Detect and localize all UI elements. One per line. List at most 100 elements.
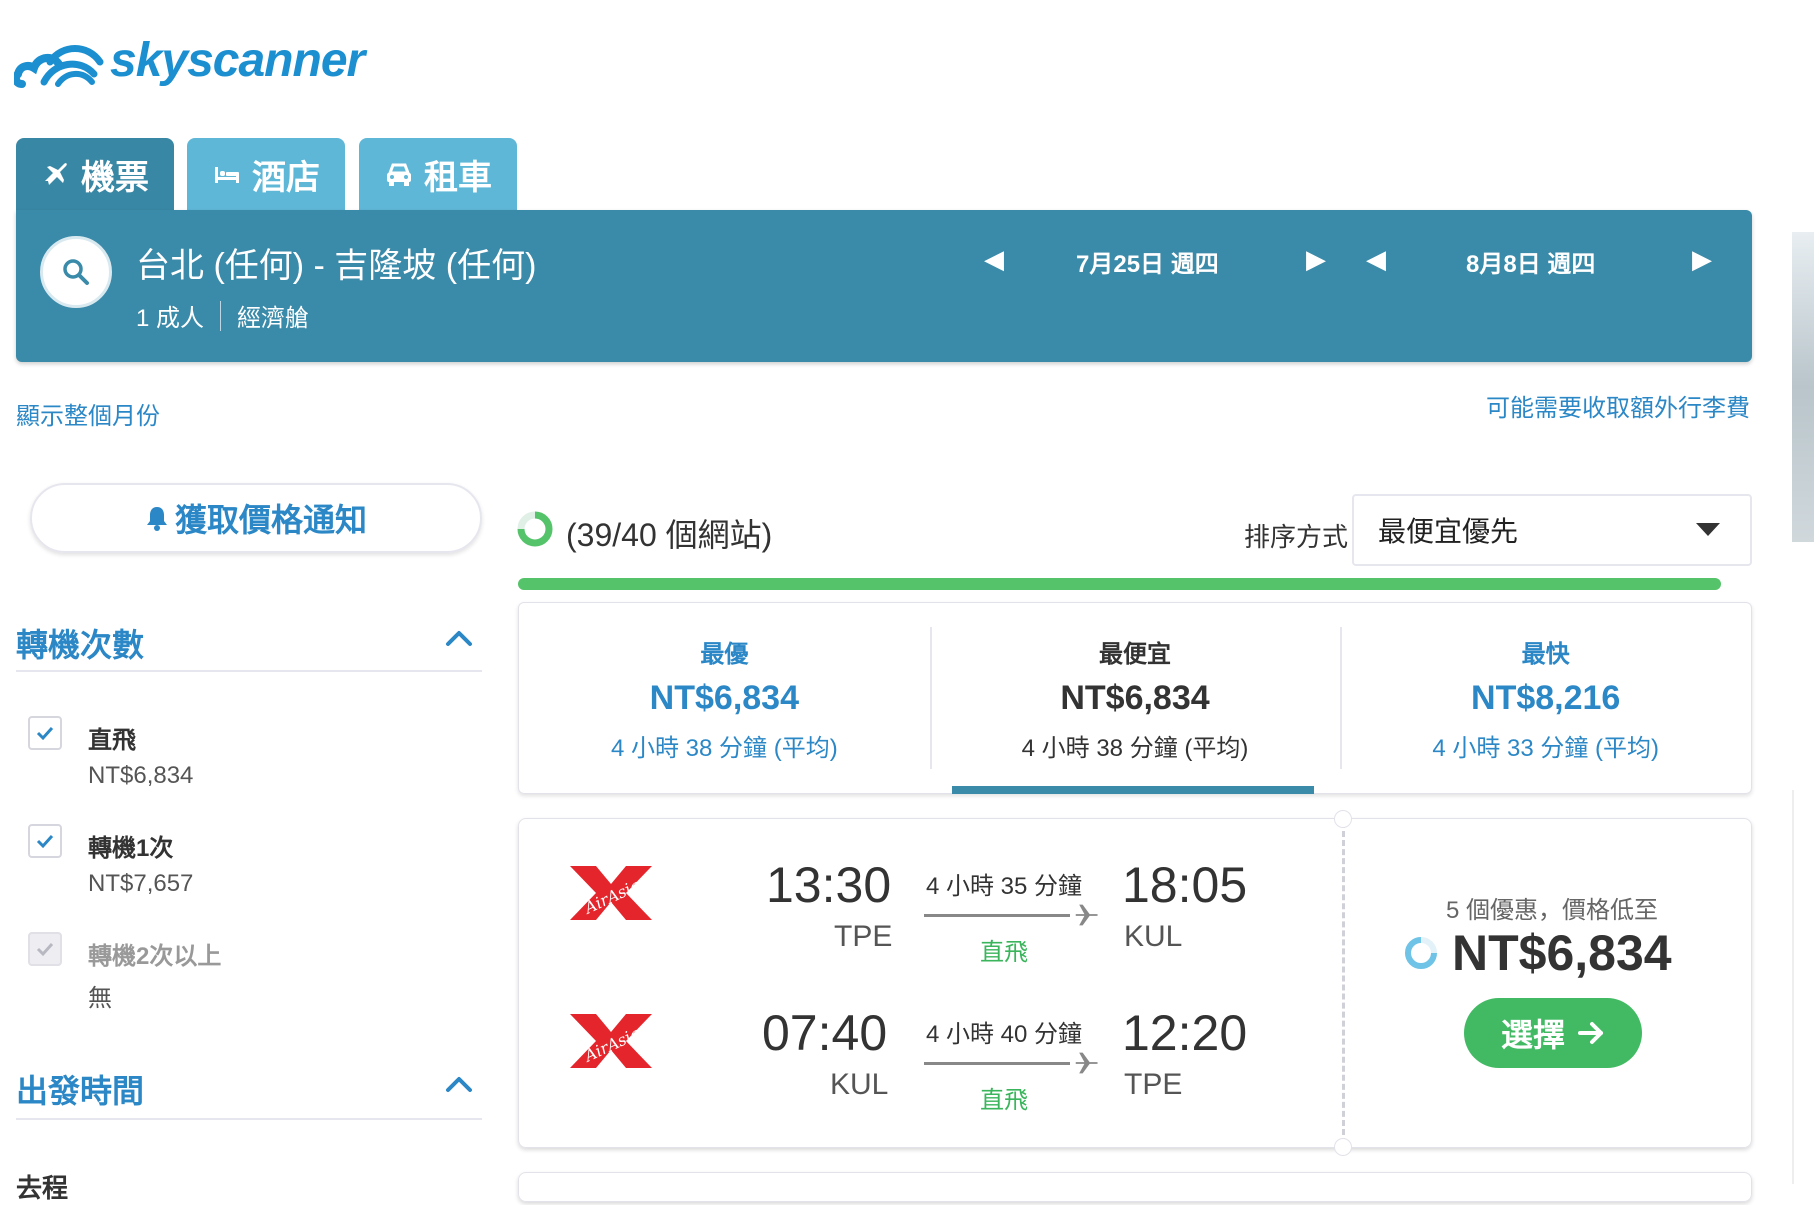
chevron-up-icon[interactable] [442, 622, 476, 656]
depart-next-arrow-icon[interactable]: ▶ [1306, 244, 1326, 275]
plane-icon [1075, 904, 1098, 926]
direct-filter-label: 直飛 [88, 727, 136, 754]
return-prev-arrow-icon[interactable]: ◀ [1366, 244, 1386, 275]
leg2-arrive-time: 12:20 [1122, 1005, 1248, 1061]
select-flight-button[interactable]: 選擇 [1464, 998, 1642, 1068]
return-next-arrow-icon[interactable]: ▶ [1692, 244, 1712, 275]
search-button[interactable] [40, 236, 112, 308]
leg2-depart-time: 07:40 [762, 1005, 888, 1061]
check-icon [36, 942, 54, 957]
divider [16, 1118, 482, 1120]
summary-title: 最快 [1521, 640, 1570, 668]
ticket-notch [1334, 1138, 1352, 1156]
cloud-logo-icon [14, 45, 104, 88]
summary-best-tab[interactable]: 最優 NT$6,834 4 小時 38 分鐘 (平均) [519, 603, 930, 793]
leg2-stops: 直飛 [980, 1087, 1028, 1114]
plane-icon [45, 163, 67, 185]
ticket-notch [1334, 810, 1352, 828]
brand-name: skyscanner [110, 33, 365, 87]
price-alert-button[interactable]: 獲取價格通知 [30, 483, 482, 553]
sort-label: 排序方式 [1244, 522, 1349, 552]
sort-select[interactable]: 最便宜優先 [1352, 494, 1752, 566]
departure-time-filter-title[interactable]: 出發時間 [16, 1066, 144, 1112]
leg1-arrive-time: 18:05 [1122, 857, 1248, 913]
cabin-text: 經濟艙 [237, 305, 310, 332]
summary-fastest-tab[interactable]: 最快 NT$8,216 4 小時 33 分鐘 (平均) [1340, 603, 1751, 793]
leg1-arrive-airport: KUL [1124, 920, 1183, 953]
tab-flights[interactable]: 機票 [16, 138, 174, 210]
plane-icon [1075, 1052, 1098, 1074]
one-stop-checkbox[interactable] [28, 824, 62, 858]
next-flight-card[interactable] [518, 1172, 1752, 1202]
leg2-duration: 4 小時 40 分鐘 [926, 1021, 1083, 1048]
select-button-label: 選擇 [1500, 1017, 1565, 1053]
leg2-depart-airport: KUL [830, 1068, 889, 1101]
leg2-arrive-airport: TPE [1124, 1068, 1183, 1101]
leg1-depart-airport: TPE [834, 920, 893, 953]
summary-title: 最便宜 [1099, 640, 1171, 668]
depart-prev-arrow-icon[interactable]: ◀ [984, 244, 1004, 275]
leg1-depart-time: 13:30 [766, 857, 892, 913]
car-icon [387, 163, 411, 186]
stops-filter-title[interactable]: 轉機次數 [16, 620, 144, 666]
chevron-up-icon[interactable] [442, 1068, 476, 1102]
bed-icon [215, 167, 239, 183]
one-stop-filter-price: NT$7,657 [88, 870, 194, 897]
bell-icon [146, 507, 167, 531]
divider [16, 670, 482, 672]
search-icon [63, 259, 89, 285]
tab-cars[interactable]: 租車 [359, 138, 517, 210]
return-date[interactable]: 8月8日 週四 [1466, 244, 1595, 279]
sites-status: (39/40 個網站) [566, 517, 773, 553]
search-progress-bar [518, 578, 1721, 590]
sort-summary-tabs: 最優 NT$6,834 4 小時 38 分鐘 (平均) 最便宜 NT$6,834… [518, 602, 1752, 794]
depart-date[interactable]: 7月25日 週四 [1076, 244, 1219, 279]
route-text[interactable]: 台北 (任何) - 吉隆坡 (任何) [136, 238, 536, 287]
travellers-text: 1 成人 [136, 305, 205, 332]
airasia-logo-icon: AirAsia [570, 866, 652, 920]
ad-image-edge [1792, 232, 1814, 542]
summary-title: 最優 [700, 640, 749, 668]
ad-panel-edge [1792, 790, 1814, 1184]
summary-duration: 4 小時 38 分鐘 (平均) [1021, 734, 1249, 762]
direct-checkbox[interactable] [28, 716, 62, 750]
show-whole-month-link[interactable]: 顯示整個月份 [16, 396, 160, 431]
summary-cheapest-tab[interactable]: 最便宜 NT$6,834 4 小時 38 分鐘 (平均) [929, 603, 1341, 793]
passenger-cabin-info[interactable]: 1 成人 經濟艙 [136, 298, 309, 333]
active-tab-indicator [952, 786, 1314, 794]
flight-price: NT$6,834 [1452, 925, 1672, 981]
check-icon [36, 834, 54, 849]
loading-spinner-icon [1405, 937, 1437, 969]
separator [220, 300, 222, 331]
sort-value: 最便宜優先 [1378, 516, 1519, 547]
card-ticket-divider [1342, 822, 1345, 1144]
price-alert-label: 獲取價格通知 [174, 502, 367, 538]
summary-price: NT$6,834 [1060, 678, 1210, 717]
deals-count-text: 5 個優惠，價格低至 [1446, 897, 1659, 924]
leg2-route-line [924, 1062, 1070, 1065]
arrow-right-icon [1578, 1022, 1603, 1044]
one-stop-filter-label: 轉機1次 [88, 835, 174, 862]
skyscanner-logo[interactable]: skyscanner [14, 30, 365, 90]
summary-price: NT$8,216 [1471, 678, 1621, 717]
tab-cars-label: 租車 [424, 158, 492, 197]
leg1-duration: 4 小時 35 分鐘 [926, 873, 1083, 900]
airasia-logo-icon: AirAsia [570, 1014, 652, 1068]
leg1-stops: 直飛 [980, 939, 1028, 966]
baggage-fee-link[interactable]: 可能需要收取額外行李費 [1486, 388, 1750, 423]
tab-hotels[interactable]: 酒店 [187, 138, 345, 210]
tab-hotels-label: 酒店 [252, 158, 320, 197]
loading-spinner-icon [517, 511, 553, 547]
two-plus-stops-filter-label: 轉機2次以上 [88, 943, 222, 970]
summary-duration: 4 小時 33 分鐘 (平均) [1432, 734, 1660, 762]
direct-filter-price: NT$6,834 [88, 762, 194, 789]
two-plus-stops-checkbox [28, 932, 62, 966]
leg1-route-line [924, 914, 1070, 917]
check-icon [36, 726, 54, 741]
two-plus-stops-filter-price: 無 [88, 985, 112, 1012]
tab-flights-label: 機票 [81, 158, 149, 197]
summary-price: NT$6,834 [649, 678, 799, 717]
outbound-label: 去程 [16, 1173, 69, 1203]
caret-down-icon [1696, 523, 1720, 536]
summary-duration: 4 小時 38 分鐘 (平均) [610, 734, 838, 762]
